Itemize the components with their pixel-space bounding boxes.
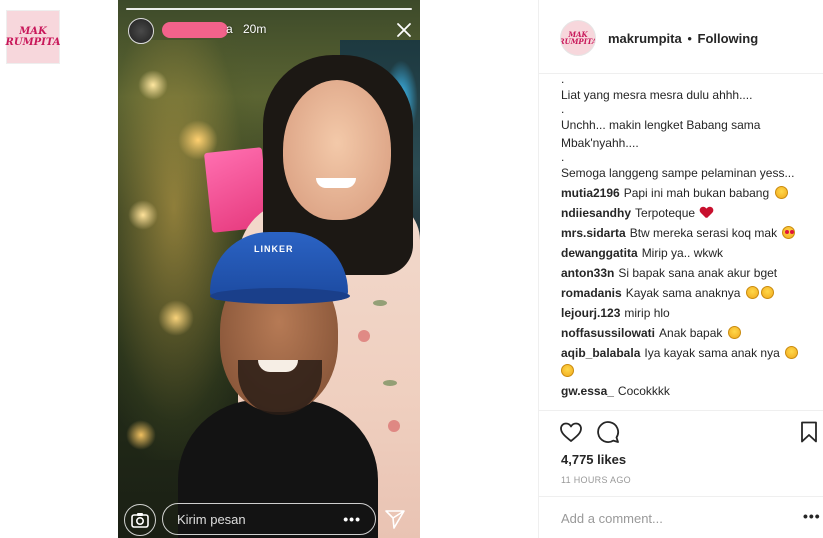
comment-username[interactable]: lejourj.123 <box>561 306 620 320</box>
list-item: gw.essa_ Cocokkkk <box>561 382 811 400</box>
story-reply-input[interactable] <box>177 511 317 527</box>
comment-username[interactable]: gw.essa_ <box>561 384 614 398</box>
separator: • <box>687 31 692 46</box>
comment-username[interactable]: aqib_balabala <box>561 346 640 360</box>
grin-emoji-icon <box>561 364 574 377</box>
comment-username[interactable]: mutia2196 <box>561 186 620 200</box>
grin-emoji-icon <box>785 346 799 359</box>
camera-icon[interactable] <box>124 504 156 536</box>
send-icon[interactable] <box>384 508 406 530</box>
comment-text: Iya kayak sama anak nya <box>644 346 780 360</box>
caption-line: . <box>561 150 565 164</box>
comment-text: Cocokkkk <box>617 384 670 398</box>
story-photo-pattern <box>383 380 397 386</box>
story-photo-pattern <box>358 330 370 342</box>
list-item: mutia2196 Papi ini mah bukan babang <box>561 184 811 202</box>
avatar[interactable]: MAK RUMPITA <box>560 20 596 56</box>
list-item: aqib_balabala Iya kayak sama anak nya <box>561 344 811 380</box>
comment-text: Kayak sama anaknya <box>625 286 741 300</box>
post-panel: MAK RUMPITA makrumpita • Following . Lia… <box>538 0 823 538</box>
story-username-redacted <box>162 22 228 38</box>
following-button[interactable]: Following <box>698 31 759 46</box>
story-photo-person <box>283 80 391 220</box>
list-item: lejourj.123 mirip hlo <box>561 304 811 322</box>
story-timestamp: 20m <box>243 22 267 36</box>
story-reply-field[interactable]: ••• <box>162 503 376 535</box>
story-more-button[interactable]: ••• <box>343 511 361 527</box>
post-header: MAK RUMPITA makrumpita • Following <box>539 0 823 74</box>
post-user-line: makrumpita • Following <box>608 31 758 46</box>
heart-eyes-emoji-icon <box>782 226 796 239</box>
cap-text: LINKER <box>254 244 294 254</box>
caption-line: Unchh... makin lengket Babang sama Mbak'… <box>561 118 761 150</box>
comment-text: Mirip ya.. wkwk <box>641 246 724 260</box>
comment-text: Si bapak sana anak akur bget <box>618 266 778 280</box>
story-photo-person <box>316 178 356 188</box>
divider <box>539 410 823 411</box>
comments-list[interactable]: . Liat yang mesra mesra dulu ahhh.... . … <box>561 74 811 410</box>
comment-text: Papi ini mah bukan babang <box>623 186 770 200</box>
comment-text: Btw mereka serasi koq mak <box>629 226 778 240</box>
heart-outline-icon[interactable] <box>559 420 585 446</box>
story-photo-pattern <box>373 300 387 306</box>
comment-username[interactable]: ndiiesandhy <box>561 206 631 220</box>
story-viewer: LINKER a 20m ••• <box>118 0 420 538</box>
story-photo-light <box>138 70 168 100</box>
grin-emoji-icon <box>745 286 759 299</box>
account-thumbnail-logo[interactable]: MAK RUMPITA <box>6 10 60 64</box>
post-actions <box>559 420 819 446</box>
comment-text: Anak bapak <box>659 326 723 340</box>
list-item: dewanggatita Mirip ya.. wkwk <box>561 244 811 262</box>
story-avatar[interactable] <box>128 18 154 44</box>
caption-line: Semoga langgeng sampe pelaminan yess... <box>561 166 795 180</box>
story-photo-cap <box>210 288 350 304</box>
story-photo-pattern <box>388 420 400 432</box>
grin-emoji-icon <box>774 186 788 199</box>
avatar-logo-text: MAK RUMPITA <box>560 30 596 46</box>
story-photo-light <box>126 420 156 450</box>
comment-bubble-icon[interactable] <box>596 420 622 446</box>
divider <box>539 496 823 497</box>
caption-line: Liat yang mesra mesra dulu ahhh.... <box>561 88 753 102</box>
comment-username[interactable]: noffasussilowati <box>561 326 655 340</box>
add-comment-input[interactable] <box>561 508 791 528</box>
list-item: noffasussilowati Anak bapak <box>561 324 811 342</box>
list-item: ndiiesandhy Terpoteque <box>561 204 811 222</box>
comment-username[interactable]: mrs.sidarta <box>561 226 626 240</box>
list-item: anton33n Si bapak sana anak akur bget <box>561 264 811 282</box>
comment-text: Terpoteque <box>635 206 696 220</box>
close-icon[interactable] <box>394 20 414 40</box>
comment-text: mirip hlo <box>624 306 670 320</box>
story-progress-bar <box>126 8 412 10</box>
heart-emoji-icon <box>700 207 713 219</box>
username-link[interactable]: makrumpita <box>608 31 682 46</box>
story-photo-light <box>128 200 158 230</box>
list-item: mrs.sidarta Btw mereka serasi koq mak <box>561 224 811 242</box>
bookmark-icon[interactable] <box>797 420 823 446</box>
likes-count[interactable]: 4,775 likes <box>561 452 626 467</box>
list-item: romadanis Kayak sama anaknya <box>561 284 811 302</box>
post-timestamp: 11 HOURS AGO <box>561 475 631 485</box>
story-photo-light <box>158 300 194 336</box>
caption-line: . <box>561 102 565 116</box>
comment-username[interactable]: anton33n <box>561 266 614 280</box>
story-photo-person <box>258 360 298 372</box>
story-username-tail: a <box>226 22 233 36</box>
grin-emoji-icon <box>727 326 741 339</box>
more-options-button[interactable]: ••• <box>803 508 821 524</box>
comment-username[interactable]: dewanggatita <box>561 246 638 260</box>
comment-username[interactable]: romadanis <box>561 286 622 300</box>
caption-line: . <box>561 74 565 86</box>
logo-text: MAK RUMPITA <box>5 26 61 48</box>
sad-emoji-icon <box>760 286 774 299</box>
